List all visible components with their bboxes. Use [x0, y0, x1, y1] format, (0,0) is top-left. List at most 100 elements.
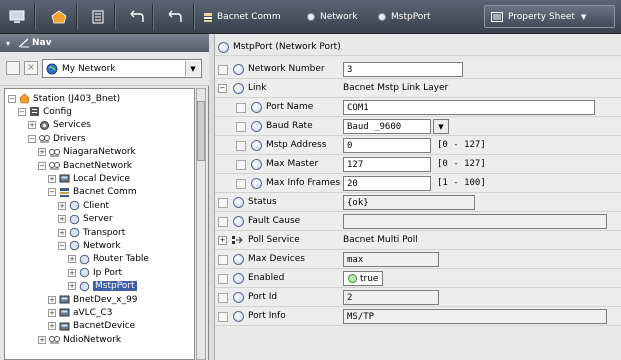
property-name: Port Info [248, 311, 286, 321]
tree-item[interactable]: + NdioNetwork [38, 333, 121, 346]
expand-toggle[interactable]: + [58, 201, 66, 210]
back-icon[interactable] [128, 8, 146, 26]
property-select[interactable]: Baud _9600 [343, 119, 431, 134]
tree-item-label: aVLC_C3 [73, 307, 113, 318]
collapse-toggle[interactable]: − [8, 94, 16, 103]
tree-item[interactable]: − Config [18, 105, 72, 118]
tree-scrollbar[interactable] [196, 88, 206, 360]
collapse-toggle[interactable]: − [28, 134, 36, 143]
network-icon [49, 160, 60, 171]
row-checkbox[interactable] [236, 122, 246, 132]
row-checkbox[interactable] [236, 103, 246, 113]
property-row: Port Info MS/TP [215, 307, 621, 326]
row-checkbox[interactable] [236, 160, 246, 170]
tree-item-label: Ip Port [93, 267, 123, 278]
breadcrumb-bacnet-comm[interactable]: Bacnet Comm [203, 10, 281, 24]
circle-icon [251, 102, 262, 113]
new-tab-icon[interactable] [6, 61, 20, 75]
tree-item[interactable]: − Station (J403_Bnet) [8, 92, 120, 105]
row-checkbox[interactable] [218, 65, 228, 75]
globe-icon [46, 63, 58, 75]
expand-toggle[interactable]: + [48, 308, 56, 317]
property-field[interactable]: 0 [343, 138, 431, 153]
expand-toggle[interactable]: + [68, 268, 76, 277]
property-field[interactable]: COM1 [343, 100, 595, 115]
tree-item[interactable]: + Transport [58, 226, 125, 239]
expand-toggle[interactable]: + [38, 335, 46, 344]
expand-toggle[interactable]: + [58, 215, 66, 224]
collapse-toggle[interactable]: − [18, 107, 26, 116]
expand-toggle[interactable]: + [28, 121, 36, 130]
station-icon [19, 93, 30, 104]
row-checkbox[interactable] [236, 179, 246, 189]
breadcrumb-label: MstpPort [391, 12, 431, 22]
monitor-icon[interactable] [8, 8, 26, 26]
chevron-down-icon: ▼ [580, 12, 587, 21]
breadcrumb-network[interactable]: Network [307, 10, 358, 24]
tree-item[interactable]: + NiagaraNetwork [38, 146, 136, 159]
collapse-toggle[interactable]: − [48, 188, 56, 197]
tree-scrollbar-thumb[interactable] [197, 101, 205, 161]
sheet-header-title: MstpPort (Network Port) [233, 42, 341, 52]
property-name: Max Info Frames [266, 178, 341, 188]
device-icon [59, 321, 70, 332]
property-field[interactable]: 127 [343, 157, 431, 172]
circle-icon [233, 292, 244, 303]
row-checkbox[interactable] [218, 217, 228, 227]
nav-icon [18, 37, 30, 49]
tree-item[interactable]: − BacnetNetwork [38, 159, 132, 172]
expand-toggle[interactable]: + [48, 322, 56, 331]
collapse-toggle[interactable]: − [38, 161, 46, 170]
tree-item[interactable]: + Services [28, 119, 91, 132]
property-field[interactable]: 20 [343, 176, 431, 191]
list-view-icon[interactable] [89, 8, 107, 26]
tree-item[interactable]: − Network [58, 239, 121, 252]
expand-toggle[interactable]: + [38, 148, 46, 157]
property-value: Bacnet Mstp Link Layer [343, 83, 449, 93]
tree-item[interactable]: + Client [58, 199, 109, 212]
config-icon [29, 106, 40, 117]
tree-item[interactable]: + Router Table [68, 253, 149, 266]
view-selector[interactable]: Property Sheet ▼ [484, 5, 615, 28]
row-checkbox[interactable] [218, 198, 228, 208]
row-checkbox[interactable] [218, 312, 228, 322]
tree-item[interactable]: + BnetDev_x_99 [48, 293, 138, 306]
tree-item[interactable]: + Local Device [48, 172, 130, 185]
tree-item[interactable]: + Ip Port [68, 266, 122, 279]
expand-toggle[interactable]: + [68, 282, 76, 291]
tree-item[interactable]: + Server [58, 213, 113, 226]
expand-toggle[interactable]: + [68, 255, 76, 264]
tree-item-label: Client [83, 200, 110, 211]
expand-toggle[interactable]: + [48, 295, 56, 304]
breadcrumb-mstpport[interactable]: MstpPort [378, 10, 431, 24]
row-checkbox[interactable] [218, 274, 228, 284]
tree-item-label: Router Table [93, 254, 149, 265]
circle-icon [251, 121, 262, 132]
expand-toggle[interactable]: + [218, 236, 227, 245]
property-field[interactable]: 3 [343, 62, 463, 77]
property-row: Max Master 127 [0 - 127] [215, 155, 621, 174]
tree-item[interactable]: + aVLC_C3 [48, 306, 112, 319]
tree-item[interactable]: + BacnetDevice [48, 320, 135, 333]
row-checkbox[interactable] [218, 293, 228, 303]
station-home-icon[interactable] [50, 8, 68, 26]
row-checkbox[interactable] [218, 255, 228, 265]
expand-toggle[interactable]: + [58, 228, 66, 237]
expand-toggle[interactable]: + [48, 174, 56, 183]
chevron-down-icon[interactable]: ▼ [185, 61, 200, 76]
nav-root-select[interactable]: My Network ▼ [42, 59, 202, 78]
collapse-icon[interactable]: ▾ [6, 39, 10, 48]
row-checkbox[interactable] [236, 141, 246, 151]
close-icon[interactable]: × [24, 61, 38, 75]
property-name: Port Name [266, 102, 314, 112]
forward-icon[interactable] [166, 8, 184, 26]
tree-item-label: Drivers [53, 133, 86, 144]
tree-item-label: Local Device [73, 173, 130, 184]
collapse-toggle[interactable]: − [58, 241, 66, 250]
tree-item[interactable]: + MstpPort [68, 280, 137, 293]
chevron-down-icon[interactable]: ▼ [433, 119, 449, 134]
collapse-toggle[interactable]: − [218, 84, 227, 93]
tree-item[interactable]: − Bacnet Comm [48, 186, 137, 199]
enabled-toggle[interactable]: true [343, 271, 384, 286]
tree-item[interactable]: − Drivers [28, 132, 85, 145]
